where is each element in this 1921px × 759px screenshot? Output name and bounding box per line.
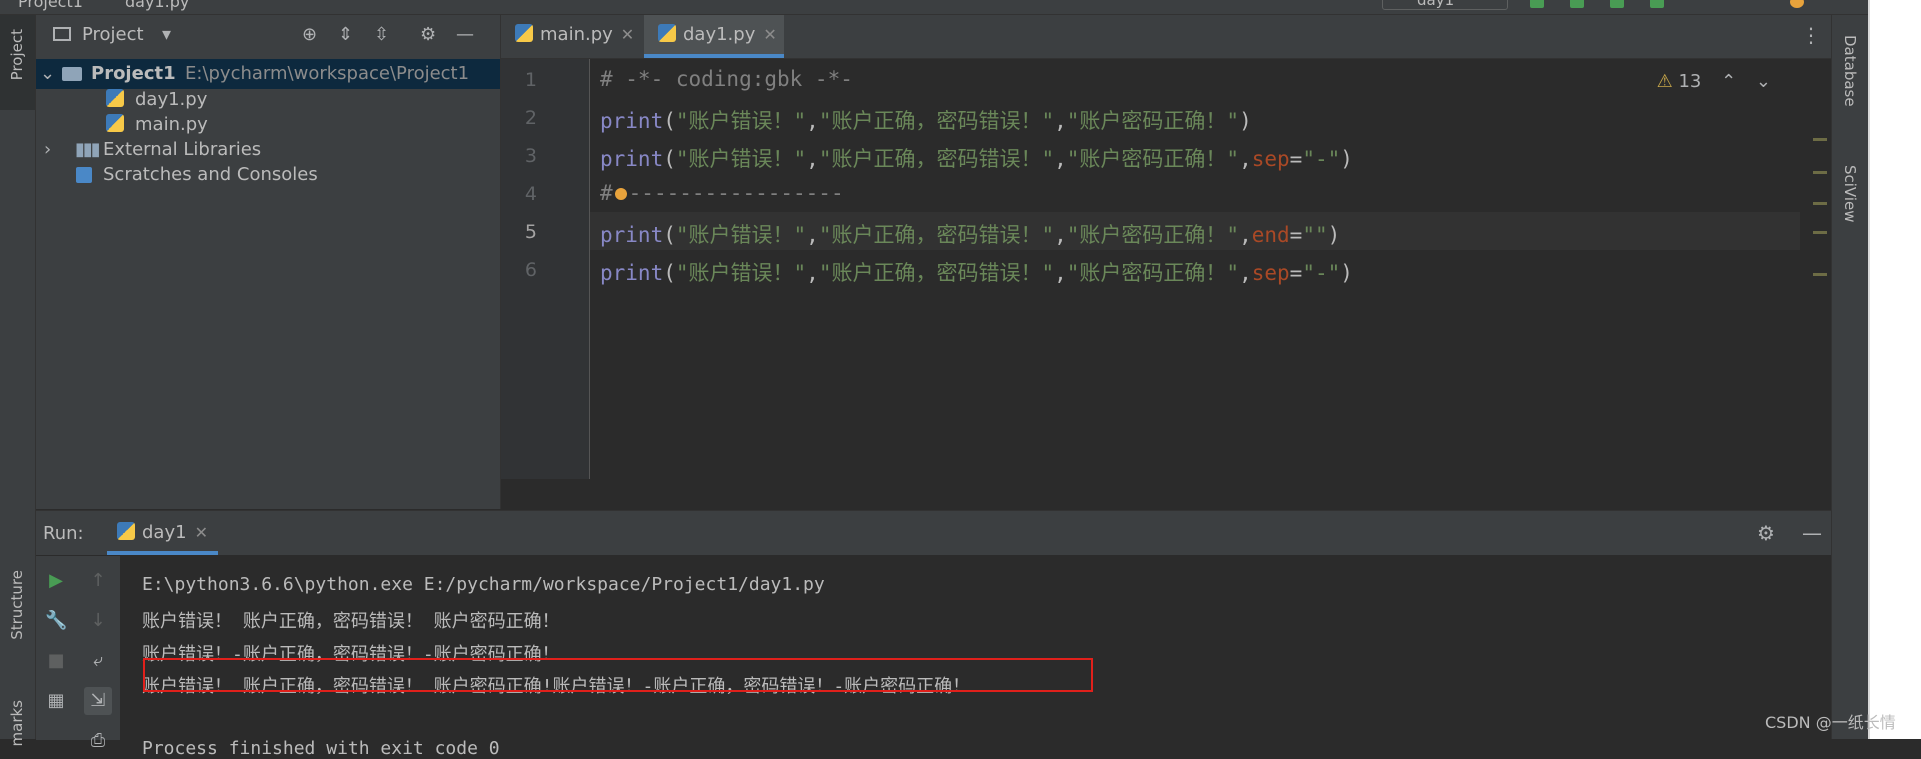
page-margin (1868, 0, 1921, 739)
error-stripe-mark[interactable] (1813, 138, 1827, 141)
project-tool-label: Project (8, 29, 26, 81)
line-number: 3 (524, 145, 537, 167)
line-gutter: 1 2 3 4 5 6 (501, 59, 590, 479)
sciview-tool-label[interactable]: SciView (1841, 165, 1859, 223)
right-tool-strip: Database SciView (1831, 15, 1868, 739)
code-line-1: # -*- coding:gbk -*- (600, 67, 853, 91)
project-panel-title[interactable]: Project (82, 24, 144, 45)
code-line-3: print("账户错误！","账户正确，密码错误！","账户密码正确！",sep… (600, 147, 1353, 171)
run-panel: Run: day1 ✕ ⚙ — ▶ 🔧 ■ ▦ ↑ ↓ ⤶ ⇲ ⎙ E:\pyth… (36, 510, 1831, 759)
run-panel-header: Run: day1 ✕ ⚙ — (36, 511, 1831, 555)
minimize-icon[interactable]: — (456, 26, 474, 44)
expand-all-icon[interactable]: ⇕ (338, 26, 353, 44)
code-line-5: print("账户错误！","账户正确，密码错误！","账户密码正确！",end… (600, 223, 1341, 247)
chevron-up-icon[interactable]: ⌃ (1721, 71, 1736, 92)
code-editor[interactable]: 1 2 3 4 5 6 ⚠ 13 ⌃ ⌄ # -*- coding:gbk -*… (501, 59, 1831, 509)
run-config-selector[interactable]: day1 (1382, 0, 1508, 10)
update-icon[interactable] (1790, 0, 1804, 8)
tree-item-scratches[interactable]: Scratches and Consoles (36, 160, 500, 190)
python-file-icon (658, 24, 676, 42)
python-file-icon (117, 522, 135, 540)
line-number: 6 (524, 259, 537, 281)
arrow-up-icon[interactable]: ↑ (87, 570, 109, 592)
play-icon[interactable]: ▶ (45, 570, 67, 592)
error-stripe-mark[interactable] (1813, 231, 1827, 234)
console-line: 账户错误！ 账户正确，密码错误！ 账户密码正确！ (142, 611, 560, 632)
collapse-all-icon[interactable]: ⇳ (374, 26, 389, 44)
project-panel: Project ▾ ⊕ ⇕ ⇳ ⚙ — ⌄ Project1 E:\pychar… (36, 15, 501, 509)
inspection-widget[interactable]: ⚠ 13 ⌃ ⌄ (1657, 71, 1771, 92)
database-tool-label[interactable]: Database (1841, 35, 1859, 107)
gear-icon[interactable]: ⚙ (420, 26, 436, 44)
line-number: 5 (524, 221, 537, 243)
project-panel-header: Project ▾ ⊕ ⇕ ⇳ ⚙ — (36, 15, 500, 49)
tab-label: day1.py (683, 24, 756, 45)
code-line-6: print("账户错误！","账户正确，密码错误！","账户密码正确！",sep… (600, 261, 1353, 285)
error-stripe-mark[interactable] (1813, 171, 1827, 174)
warning-icon: ⚠ (1656, 71, 1673, 92)
tab-main-py[interactable]: main.py ✕ (515, 15, 641, 58)
scratch-icon (76, 167, 92, 183)
run-toolbar: ▶ 🔧 ■ ▦ ↑ ↓ ⤶ ⇲ ⎙ (36, 556, 120, 751)
editor-tabs: main.py ✕ day1.py ✕ ⋮ (501, 15, 1831, 59)
print-icon[interactable]: ⎙ (87, 730, 109, 752)
chevron-down-icon[interactable]: ▾ (162, 26, 171, 44)
console-line: Process finished with exit code 0 (142, 738, 500, 759)
tab-day1-py[interactable]: day1.py ✕ (644, 15, 784, 58)
minimize-icon[interactable]: — (1802, 521, 1822, 545)
scroll-to-end-icon[interactable]: ⇲ (84, 687, 112, 715)
tab-label: main.py (540, 24, 613, 45)
coverage-icon[interactable] (1610, 0, 1624, 8)
console-line: E:\python3.6.6\python.exe E:/pycharm/wor… (142, 574, 825, 595)
tree-item-label: Scratches and Consoles (103, 164, 318, 185)
layout-icon[interactable]: ▦ (45, 690, 67, 712)
stop-icon[interactable]: ■ (45, 650, 67, 672)
watermark: CSDN @一纸长情 (1765, 713, 1896, 732)
breadcrumb-file[interactable]: day1.py (125, 0, 189, 11)
run-tab-label: day1 (142, 522, 187, 543)
debug-icon[interactable] (1570, 0, 1584, 8)
soft-wrap-icon[interactable]: ⤶ (87, 650, 109, 672)
close-icon[interactable]: ✕ (621, 25, 634, 44)
bookmarks-tool-label[interactable]: marks (8, 700, 26, 746)
more-options-icon[interactable]: ⋮ (1801, 23, 1821, 47)
error-stripe-mark[interactable] (1813, 273, 1827, 276)
chevron-down-icon[interactable]: ⌄ (1756, 71, 1771, 92)
arrow-down-icon[interactable]: ↓ (87, 610, 109, 632)
close-icon[interactable]: ✕ (195, 523, 208, 542)
gear-icon[interactable]: ⚙ (1757, 521, 1775, 545)
python-file-icon (515, 24, 533, 42)
breadcrumb-project[interactable]: Project1 (18, 0, 83, 11)
intention-bulb-icon[interactable] (614, 188, 627, 200)
annotation-highlight-box (143, 658, 1093, 692)
project-view-icon (53, 27, 71, 41)
run-label: Run: (43, 523, 84, 544)
error-stripe-mark[interactable] (1813, 202, 1827, 205)
code-line-4: # ----------------- (600, 181, 844, 205)
left-tool-strip: Project Structure marks (0, 15, 36, 746)
structure-tool-label[interactable]: Structure (8, 570, 26, 640)
line-number: 1 (524, 69, 537, 91)
wrench-icon[interactable]: 🔧 (45, 610, 67, 632)
title-toolbar: Project1 day1.py day1 (0, 0, 1921, 15)
profile-icon[interactable] (1650, 0, 1664, 8)
folder-icon (62, 67, 82, 81)
line-number: 4 (524, 183, 537, 205)
run-tab-day1[interactable]: day1 ✕ (107, 511, 218, 555)
run-icon[interactable] (1530, 0, 1544, 8)
code-line-2: print("账户错误！","账户正确，密码错误！","账户密码正确！") (600, 109, 1252, 133)
line-number: 2 (524, 107, 537, 129)
project-tool-tab[interactable]: Project (0, 15, 35, 110)
close-icon[interactable]: ✕ (763, 25, 776, 44)
locate-icon[interactable]: ⊕ (302, 26, 317, 44)
inspection-count: 13 (1678, 71, 1702, 92)
